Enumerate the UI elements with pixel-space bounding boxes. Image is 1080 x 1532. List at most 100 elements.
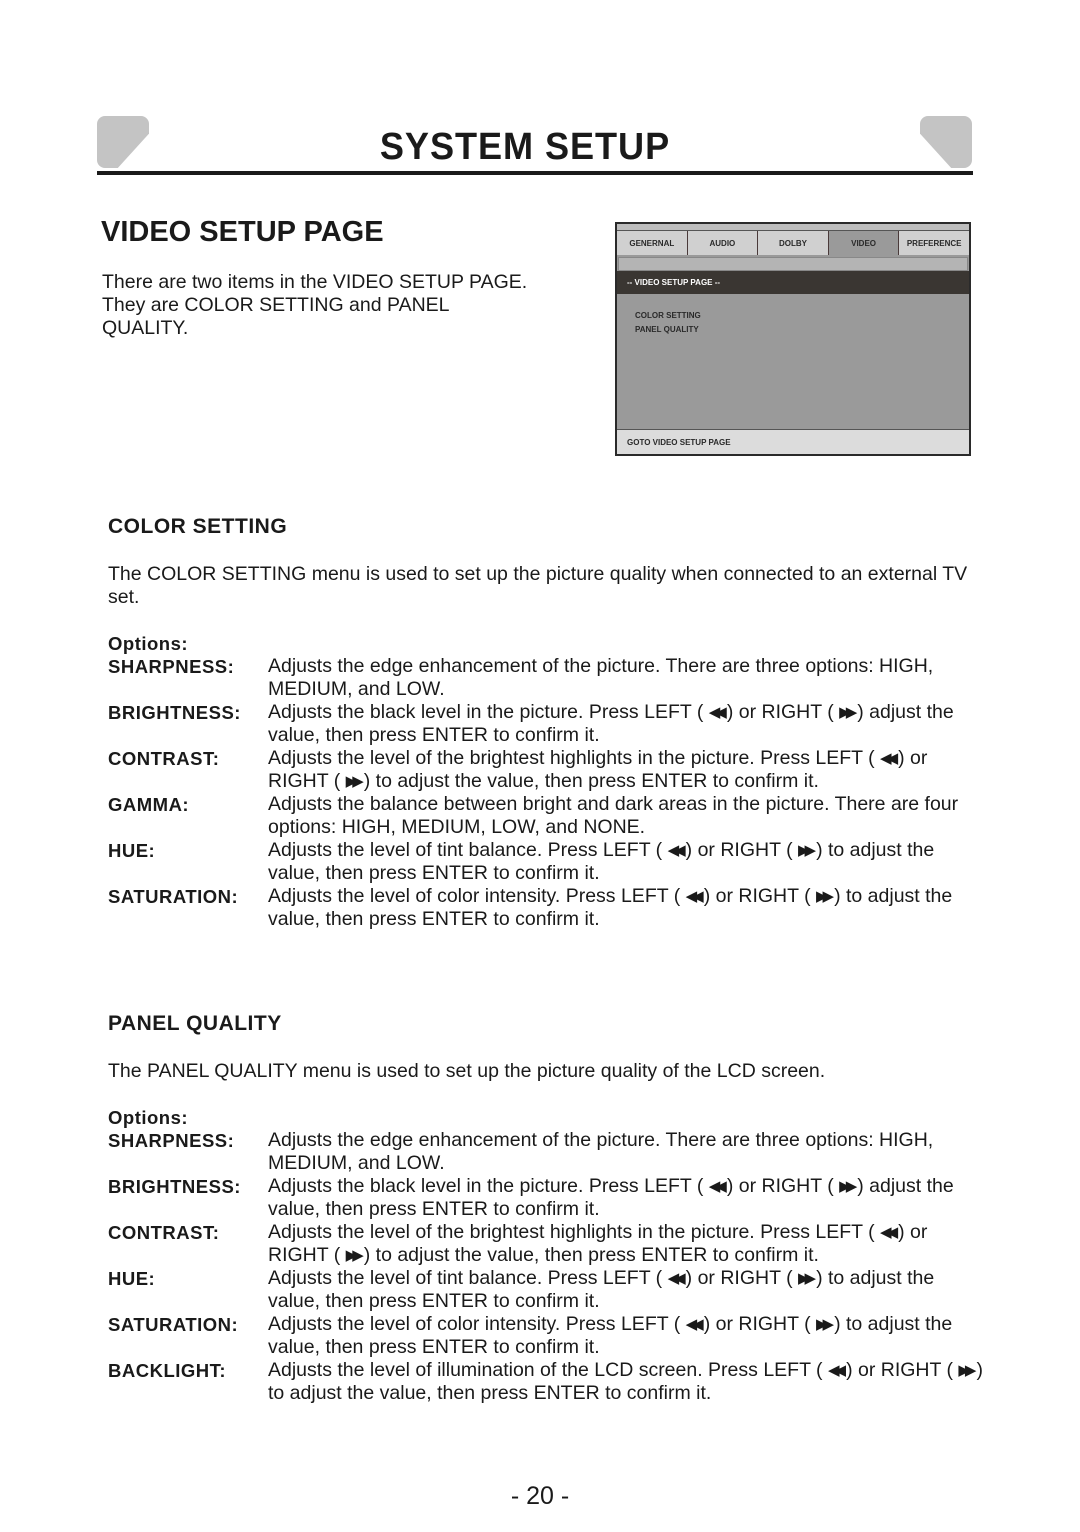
option-label: HUE:	[108, 840, 156, 861]
color-setting-heading: COLOR SETTING	[108, 515, 288, 538]
option-row: HUE: Adjusts the level of tint balance. P…	[108, 839, 988, 885]
option-label: SHARPNESS:	[108, 1130, 235, 1151]
rewind-icon: ◀◀	[667, 842, 686, 859]
option-text: Adjusts the edge enhancement of the pict…	[268, 1129, 934, 1174]
rewind-icon: ◀◀	[880, 750, 898, 767]
fast-forward-icon: ▶▶	[797, 842, 816, 859]
option-text: ) to adjust the value, then press ENTER …	[363, 770, 819, 792]
option-label: SATURATION:	[108, 886, 239, 907]
option-description: Adjusts the level of the brightest highl…	[268, 747, 988, 793]
osd-tab-general: GENERNAL	[617, 231, 688, 255]
option-text: Adjusts the level of tint balance. Press…	[268, 1267, 663, 1289]
option-text: Adjusts the black level in the picture. …	[268, 1175, 704, 1197]
option-row: SATURATION: Adjusts the level of color in…	[108, 1313, 988, 1359]
option-description: Adjusts the level of illumination of the…	[268, 1359, 988, 1405]
color-setting-options: Options: SHARPNESS: Adjusts the edge enha…	[108, 632, 988, 931]
option-description: Adjusts the level of color intensity. Pr…	[268, 885, 988, 931]
osd-subtab-strip	[618, 257, 968, 271]
title-divider	[97, 171, 973, 175]
osd-tab-bar: GENERNAL AUDIO DOLBY VIDEO PREFERENCE	[617, 231, 969, 255]
option-label: CONTRAST:	[108, 748, 220, 769]
option-text: ) or RIGHT (	[726, 701, 834, 723]
option-label: SATURATION:	[108, 1314, 239, 1335]
osd-tab-dolby: DOLBY	[758, 231, 829, 255]
option-row: CONTRAST: Adjusts the level of the bright…	[108, 1221, 988, 1267]
option-row: HUE: Adjusts the level of tint balance. P…	[108, 1267, 988, 1313]
osd-item-panel-quality: PANEL QUALITY	[635, 325, 699, 334]
option-description: Adjusts the level of color intensity. Pr…	[268, 1313, 988, 1359]
option-description: Adjusts the level of tint balance. Press…	[268, 839, 988, 885]
page-title: SYSTEM SETUP	[379, 126, 671, 168]
option-text: Adjusts the black level in the picture. …	[268, 701, 704, 723]
osd-page-bar: -- VIDEO SETUP PAGE --	[617, 271, 969, 294]
rewind-icon: ◀◀	[827, 1362, 846, 1379]
option-text: ) or RIGHT (	[703, 1313, 811, 1335]
option-text: ) to adjust the value, then press ENTER …	[363, 1244, 819, 1266]
osd-tab-video: VIDEO	[828, 231, 900, 255]
option-row: GAMMA: Adjusts the balance between bright…	[108, 793, 988, 839]
osd-item-list: COLOR SETTING PANEL QUALITY	[635, 309, 701, 337]
option-label: GAMMA:	[108, 794, 190, 815]
osd-footer: GOTO VIDEO SETUP PAGE	[617, 429, 969, 454]
option-description: Adjusts the level of tint balance. Press…	[268, 1267, 988, 1313]
option-text: Adjusts the level of color intensity. Pr…	[268, 885, 681, 907]
panel-quality-description: The PANEL QUALITY menu is used to set up…	[108, 1060, 826, 1082]
panel-quality-options: Options: SHARPNESS: Adjusts the edge enha…	[108, 1106, 988, 1405]
osd-tab-preference: PREFERENCE	[899, 231, 969, 255]
page-number: - 20 -	[510, 1482, 570, 1510]
rewind-icon: ◀◀	[880, 1224, 898, 1241]
osd-menu-screenshot: GENERNAL AUDIO DOLBY VIDEO PREFERENCE --…	[615, 222, 971, 456]
options-label: Options:	[108, 633, 189, 654]
option-text: Adjusts the level of the brightest highl…	[268, 747, 875, 769]
option-label: BACKLIGHT:	[108, 1360, 227, 1381]
option-description: Adjusts the black level in the picture. …	[268, 1175, 988, 1221]
fast-forward-icon: ▶▶	[816, 1316, 834, 1333]
option-text: Adjusts the level of illumination of the…	[268, 1359, 823, 1381]
osd-tab-audio: AUDIO	[687, 231, 759, 255]
option-description: Adjusts the edge enhancement of the pict…	[268, 655, 988, 701]
option-text: ) or RIGHT (	[703, 885, 811, 907]
rewind-icon: ◀◀	[708, 1178, 727, 1195]
rewind-icon: ◀◀	[667, 1270, 686, 1287]
rewind-icon: ◀◀	[708, 704, 727, 721]
option-description: Adjusts the balance between bright and d…	[268, 793, 988, 839]
option-text: ) or RIGHT (	[685, 1267, 793, 1289]
video-setup-heading: VIDEO SETUP PAGE	[101, 216, 384, 248]
option-description: Adjusts the black level in the picture. …	[268, 701, 988, 747]
fast-forward-icon: ▶▶	[797, 1270, 816, 1287]
option-row: SATURATION: Adjusts the level of color in…	[108, 885, 988, 931]
option-text: ) or RIGHT (	[726, 1175, 834, 1197]
option-description: Adjusts the edge enhancement of the pict…	[268, 1129, 988, 1175]
panel-quality-heading: PANEL QUALITY	[108, 1012, 282, 1035]
option-text: ) or RIGHT (	[685, 839, 793, 861]
option-label: BRIGHTNESS:	[108, 1176, 241, 1197]
fast-forward-icon: ▶▶	[345, 1247, 364, 1264]
option-row: BRIGHTNESS: Adjusts the black level in th…	[108, 1175, 988, 1221]
option-label: HUE:	[108, 1268, 156, 1289]
option-row: CONTRAST: Adjusts the level of the bright…	[108, 747, 988, 793]
option-text: Adjusts the edge enhancement of the pict…	[268, 655, 934, 700]
fast-forward-icon: ▶▶	[958, 1362, 976, 1379]
option-text: Adjusts the level of the brightest highl…	[268, 1221, 875, 1243]
video-setup-intro: There are two items in the VIDEO SETUP P…	[102, 271, 528, 339]
option-label: SHARPNESS:	[108, 656, 235, 677]
rewind-icon: ◀◀	[685, 1316, 704, 1333]
option-description: Adjusts the level of the brightest highl…	[268, 1221, 988, 1267]
option-label: BRIGHTNESS:	[108, 702, 241, 723]
option-text: Adjusts the balance between bright and d…	[268, 793, 959, 838]
options-label: Options:	[108, 1107, 189, 1128]
osd-top-strip	[617, 224, 969, 231]
color-setting-description: The COLOR SETTING menu is used to set up…	[108, 563, 968, 608]
option-text: Adjusts the level of color intensity. Pr…	[268, 1313, 681, 1335]
option-text: Adjusts the level of tint balance. Press…	[268, 839, 663, 861]
fast-forward-icon: ▶▶	[345, 773, 364, 790]
option-text: ) or RIGHT (	[846, 1359, 953, 1381]
osd-item-color-setting: COLOR SETTING	[635, 311, 701, 320]
fast-forward-icon: ▶▶	[839, 704, 857, 721]
option-row: SHARPNESS: Adjusts the edge enhancement o…	[108, 1129, 988, 1175]
option-row: BACKLIGHT: Adjusts the level of illuminat…	[108, 1359, 988, 1405]
option-label: CONTRAST:	[108, 1222, 220, 1243]
fast-forward-icon: ▶▶	[839, 1178, 857, 1195]
rewind-icon: ◀◀	[685, 888, 704, 905]
option-row: SHARPNESS: Adjusts the edge enhancement o…	[108, 655, 988, 701]
